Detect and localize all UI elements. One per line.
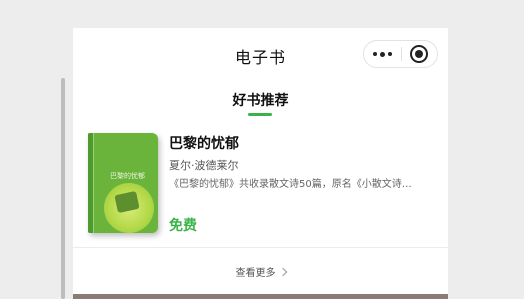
page-scrollbar[interactable] [61,78,65,299]
mini-program-close-icon[interactable] [410,45,428,63]
book-description: 《巴黎的忧郁》共收录散文诗50篇，原名《小散文诗… [169,179,412,190]
view-more-label: 查看更多 [235,268,276,279]
view-more-link[interactable]: 查看更多 [73,264,448,279]
ebook-panel: 电子书 好书推荐 巴黎的忧郁 巴黎的忧郁 夏尔·波德莱尔 《巴黎的忧郁》共收录散… [73,28,448,299]
next-section-banner [73,294,448,299]
divider [73,247,448,248]
section-title: 好书推荐 [232,93,289,109]
capsule-divider [401,47,402,61]
more-dots-icon[interactable] [364,41,401,67]
book-author: 夏尔·波德莱尔 [169,159,239,172]
section-underline [248,113,272,116]
book-card[interactable]: 巴黎的忧郁 巴黎的忧郁 夏尔·波德莱尔 《巴黎的忧郁》共收录散文诗50篇，原名《… [73,128,448,248]
nav-bar: 电子书 [73,28,448,82]
book-cover[interactable]: 巴黎的忧郁 [88,133,158,233]
cover-spine [88,133,94,233]
book-title[interactable]: 巴黎的忧郁 [169,133,239,153]
capsule-menu [363,40,438,68]
book-price: 免费 [169,218,197,234]
chevron-right-icon [278,267,287,277]
cover-title: 巴黎的忧郁 [110,172,145,180]
